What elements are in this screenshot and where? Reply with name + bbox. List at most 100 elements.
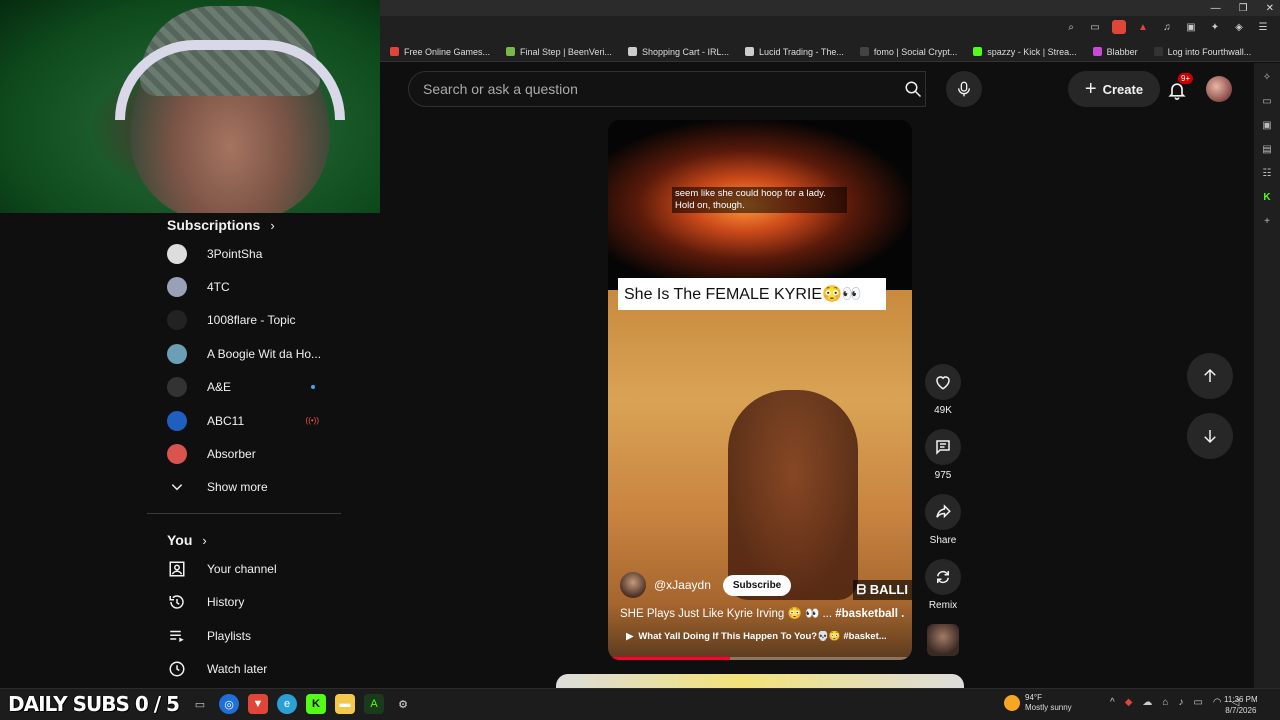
subscriptions-header[interactable]: Subscriptions › (147, 213, 341, 237)
bookmark-item[interactable]: spazzy - Kick | Strea... (973, 47, 1077, 57)
kick-app-icon[interactable]: K (306, 694, 326, 714)
play-icon: ▶ (626, 631, 634, 642)
bookmark-item[interactable]: fomo | Social Crypt... (859, 47, 957, 57)
sidebar-channel-item[interactable]: A&E (147, 371, 341, 404)
media-icon[interactable]: ▭ (1261, 95, 1273, 107)
reading-list-icon[interactable]: ☷ (1261, 167, 1273, 179)
like-count: 49K (934, 405, 952, 416)
guide-sidebar: Subscriptions › 3PointSha 4TC 1008flare - … (147, 213, 341, 688)
cast-icon[interactable]: ▭ (1088, 20, 1102, 34)
sidebar-channel-item[interactable]: 4TC (147, 270, 341, 303)
next-short-button[interactable] (1187, 413, 1233, 459)
comment-count: 975 (934, 470, 952, 481)
subs-goal-overlay: DAILY SUBS 0 / 5 (8, 692, 180, 716)
file-explorer-icon[interactable]: ▬ (335, 694, 355, 714)
you-header[interactable]: You › (147, 528, 341, 552)
next-short-preview[interactable] (556, 674, 964, 688)
progress-bar[interactable] (608, 657, 912, 660)
sidebar-you-item[interactable]: Your channel (147, 552, 341, 585)
system-clock[interactable]: 11:36 PM 8/7/2026 (1224, 694, 1258, 716)
short-title-hashtag[interactable]: #basketball ... (835, 608, 904, 620)
bookmark-label: Free Online Games... (404, 46, 491, 57)
remix-button[interactable] (925, 559, 961, 595)
edge-browser-icon[interactable]: e (277, 694, 297, 714)
bookmark-item[interactable]: Lucid Trading - The... (744, 47, 844, 57)
leo-ai-icon[interactable]: ✧ (1261, 71, 1273, 83)
zoom-icon[interactable]: ⌕ (1064, 20, 1078, 34)
restore-icon[interactable]: ❐ (1239, 3, 1248, 14)
account-avatar[interactable] (1206, 76, 1232, 102)
channel-avatar (167, 377, 187, 398)
browser-toolbar: ⌕ ▭ ▲ ♫ ▣ ✦ ◈ ☰ (380, 16, 1280, 42)
notifications-button[interactable]: 9+ (1162, 73, 1194, 105)
terminal-icon[interactable]: A (364, 694, 384, 714)
previous-short-button[interactable] (1187, 353, 1233, 399)
channel-name: 4TC (207, 280, 230, 295)
bookmark-item[interactable]: Blabber (1092, 47, 1138, 57)
cloud-icon[interactable]: ☁ (1142, 697, 1152, 708)
close-icon[interactable]: ✕ (1266, 3, 1274, 14)
microphone-tray-icon[interactable]: ♪ (1178, 697, 1183, 708)
sidebar-divider (147, 513, 341, 515)
chevron-right-icon: › (202, 532, 207, 548)
sidebar-channel-item[interactable]: Absorber (147, 437, 341, 470)
heart-icon (936, 376, 950, 390)
minimize-icon[interactable]: — (1211, 3, 1221, 14)
subscribe-button[interactable]: Subscribe (722, 574, 792, 596)
alert-icon[interactable]: ▲ (1136, 20, 1150, 34)
sidebar-you-item[interactable]: Playlists (147, 619, 341, 652)
network-icon[interactable]: ⌂ (1162, 697, 1168, 708)
channel-handle[interactable]: @xJaaydn (654, 578, 711, 592)
short-video-player[interactable]: seem like she could hoop for a lady. Hol… (608, 120, 912, 660)
bookmark-item[interactable]: Free Online Games... (390, 47, 490, 57)
create-button[interactable]: + Create (1068, 71, 1160, 107)
clock-time: 11:36 PM (1224, 695, 1258, 704)
sidebar-channel-item[interactable]: 1008flare - Topic (147, 304, 341, 337)
wifi-icon[interactable]: ◠ (1213, 697, 1222, 708)
voice-search-button[interactable] (946, 71, 982, 107)
sidebar-channel-item[interactable]: A Boogie Wit da Ho... (147, 337, 341, 370)
share-button[interactable] (925, 494, 961, 530)
chevron-up-icon[interactable]: ^ (1110, 697, 1115, 708)
related-video-link[interactable]: ▶ What Yall Doing If This Happen To You?… (626, 631, 902, 642)
sidebar-you-label: History (207, 595, 245, 610)
vpn-icon[interactable]: ◈ (1232, 20, 1246, 34)
search-button[interactable] (896, 71, 930, 107)
sidebar-you-label: Watch later (207, 661, 268, 676)
search-input[interactable] (423, 81, 883, 97)
short-title[interactable]: SHE Plays Just Like Kyrie Irving 😳 👀 ...… (620, 606, 904, 620)
channel-name: Absorber (207, 447, 256, 462)
sound-thumbnail[interactable] (927, 624, 959, 656)
like-button[interactable] (925, 364, 961, 400)
wallet-icon[interactable]: ▣ (1261, 119, 1273, 131)
menu-icon[interactable]: ☰ (1256, 20, 1270, 34)
app-settings-icon[interactable]: ⚙ (393, 694, 413, 714)
bookmark-item[interactable]: Log into Fourthwall... (1153, 47, 1251, 57)
weather-widget[interactable]: 94°F Mostly sunny (1004, 693, 1072, 713)
sidebar-channel-item[interactable]: ABC11 ((•)) (147, 404, 341, 437)
bookmarks-icon[interactable]: ▤ (1261, 143, 1273, 155)
sidebar-you-item[interactable]: Watch later (147, 652, 341, 685)
brave-browser-icon[interactable]: ▼ (248, 694, 268, 714)
bookmark-item[interactable]: Shopping Cart - IRL... (627, 47, 729, 57)
app-blue-icon[interactable]: ◎ (219, 694, 239, 714)
video-caption: seem like she could hoop for a lady. Hol… (672, 187, 847, 213)
display-icon[interactable]: ▭ (1193, 697, 1202, 708)
show-more-button[interactable]: Show more (147, 471, 341, 504)
brave-shield-icon[interactable] (1112, 20, 1126, 34)
sidebar-you-item[interactable]: History (147, 586, 341, 619)
screen: — ❐ ✕ ⌕ ▭ ▲ ♫ ▣ ✦ ◈ ☰ Free Online Games.… (0, 0, 1280, 720)
channel-name: 1008flare - Topic (207, 313, 296, 328)
task-view-icon[interactable]: ▭ (190, 694, 210, 714)
bookmark-item[interactable]: Final Step | BeenVeri... (506, 47, 612, 57)
shield-icon[interactable]: ◆ (1125, 697, 1133, 708)
comments-button[interactable] (925, 429, 961, 465)
wallet-icon[interactable]: ▣ (1184, 20, 1198, 34)
channel-avatar[interactable] (620, 572, 646, 598)
sidebar-channel-item[interactable]: 3PointSha (147, 237, 341, 270)
music-icon[interactable]: ♫ (1160, 20, 1174, 34)
share-icon (936, 504, 951, 519)
kick-icon[interactable]: K (1261, 191, 1273, 203)
add-panel-icon[interactable]: + (1261, 215, 1273, 227)
puzzle-icon[interactable]: ✦ (1208, 20, 1222, 34)
